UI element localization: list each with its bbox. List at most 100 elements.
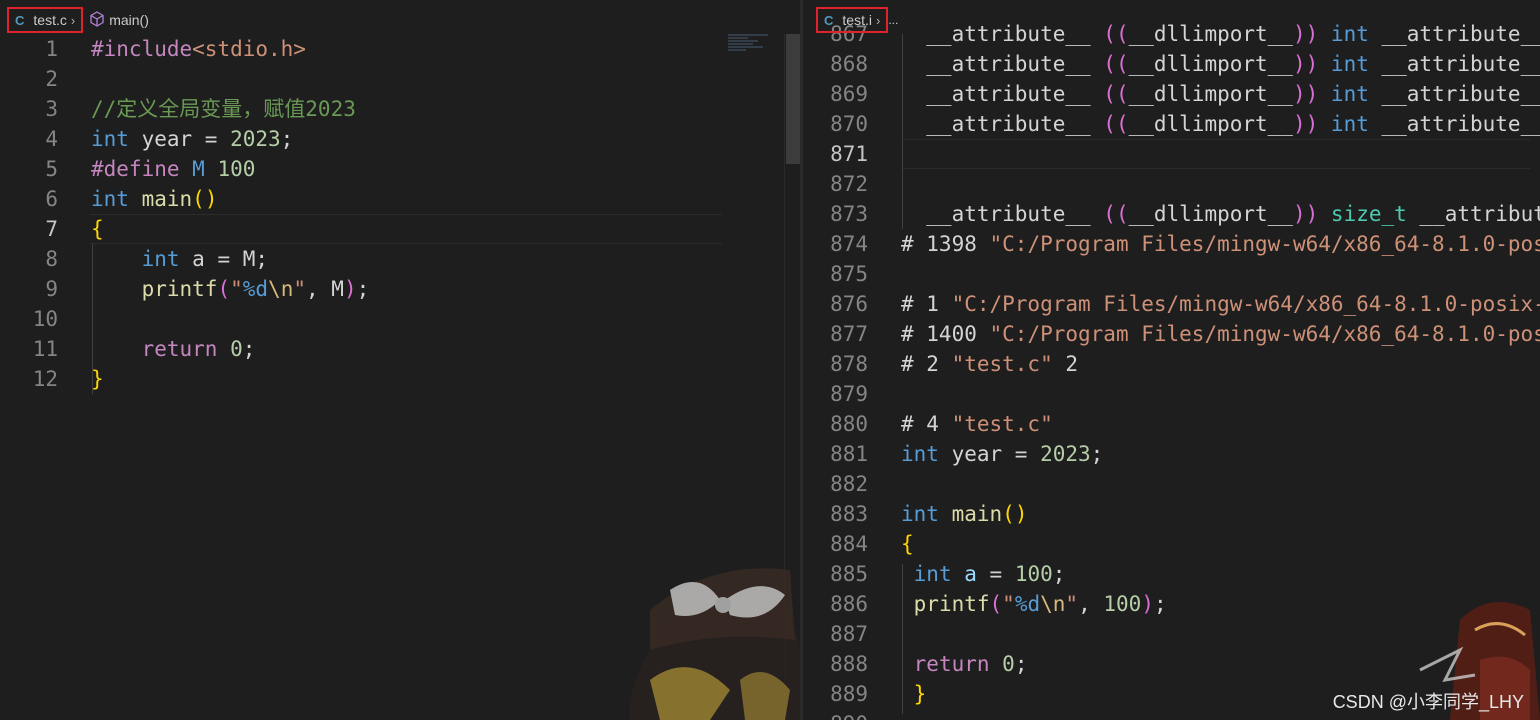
- code-line[interactable]: 873 __attribute__ ((__dllimport__)) size…: [803, 199, 1540, 229]
- token: year =: [938, 442, 1041, 466]
- breadcrumb-ellipsis[interactable]: ...: [888, 13, 898, 27]
- line-number: 875: [830, 262, 868, 286]
- code-line[interactable]: 872: [803, 169, 1540, 199]
- code-line[interactable]: 883 int main(): [803, 499, 1540, 529]
- token: # 2: [901, 352, 952, 376]
- code-line[interactable]: 12}: [0, 364, 720, 394]
- token: ;: [1090, 442, 1104, 466]
- code-text: }: [901, 679, 927, 709]
- code-line[interactable]: 882: [803, 469, 1540, 499]
- code-line[interactable]: 880 # 4 "test.c": [803, 409, 1540, 439]
- code-line[interactable]: 885 int a = 100;: [803, 559, 1540, 589]
- token: //定义全局变量，赋值2023: [91, 97, 356, 121]
- breadcrumb-symbol[interactable]: main(): [109, 12, 149, 28]
- token: \n: [268, 277, 294, 301]
- line-number: 889: [830, 682, 868, 706]
- token: __dllimport__: [1128, 82, 1293, 106]
- code-line[interactable]: 869 __attribute__ ((__dllimport__)) int …: [803, 79, 1540, 109]
- code-line[interactable]: 3 //定义全局变量，赋值2023: [0, 94, 720, 124]
- scrollbar-thumb[interactable]: [786, 34, 800, 164]
- token: (: [989, 592, 1003, 616]
- token: # 1: [901, 292, 952, 316]
- token: \n: [1040, 592, 1066, 616]
- code-line[interactable]: 878 # 2 "test.c" 2: [803, 349, 1540, 379]
- code-text: __attribute__ ((__dllimport__)) int __at…: [901, 79, 1540, 109]
- code-text: #include<stdio.h>: [91, 34, 306, 64]
- token: ,: [1078, 592, 1104, 616]
- token: }: [913, 682, 927, 706]
- code-line[interactable]: 11 return 0;: [0, 334, 720, 364]
- code-line[interactable]: 9 printf("%d\n", M);: [0, 274, 720, 304]
- token: ((: [1103, 52, 1129, 76]
- token: int: [1330, 112, 1369, 136]
- code-line[interactable]: 7{: [0, 214, 720, 244]
- code-line[interactable]: 1 #include<stdio.h>: [0, 34, 720, 64]
- code-line[interactable]: 884 {: [803, 529, 1540, 559]
- token: __attribute__: [901, 112, 1104, 136]
- line-number: 881: [830, 442, 868, 466]
- token: __attribute__: [901, 82, 1104, 106]
- code-text: return 0;: [91, 334, 256, 364]
- token: {: [901, 532, 914, 556]
- token: ((: [1103, 82, 1129, 106]
- token: ;: [280, 127, 294, 151]
- token: )): [1292, 202, 1319, 226]
- token: ): [1141, 592, 1154, 616]
- token: size_t: [1330, 202, 1407, 226]
- code-text: __attribute__ ((__dllimport__)) int __at…: [901, 49, 1540, 79]
- token: ;: [1014, 652, 1028, 676]
- line-number: 878: [830, 352, 868, 376]
- code-line[interactable]: 879: [803, 379, 1540, 409]
- code-line[interactable]: 881 int year = 2023;: [803, 439, 1540, 469]
- token: , M: [306, 277, 344, 301]
- code-line[interactable]: 2: [0, 64, 720, 94]
- code-line[interactable]: 877 # 1400 "C:/Program Files/mingw-w64/x8…: [803, 319, 1540, 349]
- token: M: [192, 157, 205, 181]
- code-text: #define M 100: [91, 154, 255, 184]
- token: =: [976, 562, 1015, 586]
- code-line[interactable]: 5 #define M 100: [0, 154, 720, 184]
- file-tab-test-c[interactable]: C test.c ›: [7, 7, 84, 33]
- code-line[interactable]: 6 int main(): [0, 184, 720, 214]
- token: year =: [128, 127, 231, 151]
- code-line[interactable]: 8 int a = M;: [0, 244, 720, 274]
- token: __attribut: [1406, 202, 1540, 226]
- minimap[interactable]: [728, 34, 784, 64]
- token: (: [217, 277, 231, 301]
- code-line[interactable]: 870 __attribute__ ((__dllimport__)) int …: [803, 109, 1540, 139]
- code-text: return 0;: [901, 649, 1028, 679]
- c-file-icon: C: [824, 12, 834, 28]
- code-line[interactable]: 4 int year = 2023;: [0, 124, 720, 154]
- code-line[interactable]: 874 # 1398 "C:/Program Files/mingw-w64/x8…: [803, 229, 1540, 259]
- code-line[interactable]: 875: [803, 259, 1540, 289]
- token: # 4: [901, 412, 952, 436]
- line-number: 871: [830, 142, 868, 166]
- file-name: test.c: [33, 12, 67, 28]
- token: printf: [913, 592, 990, 616]
- token: 100: [217, 157, 256, 181]
- code-text: {: [91, 214, 104, 244]
- token: # 1398: [901, 232, 990, 256]
- token: int: [1330, 82, 1369, 106]
- code-line[interactable]: 868 __attribute__ ((__dllimport__)) int …: [803, 49, 1540, 79]
- line-number: 10: [32, 307, 58, 331]
- token: a: [964, 562, 977, 586]
- token: __attribute__: [901, 202, 1104, 226]
- right-editor-pane[interactable]: C test.i › ... 867 __attribute__ ((__dll…: [803, 0, 1540, 720]
- token: 100: [1103, 592, 1142, 616]
- code-line[interactable]: 10: [0, 304, 720, 334]
- code-line[interactable]: 876 # 1 "C:/Program Files/mingw-w64/x86_6…: [803, 289, 1540, 319]
- left-editor-pane[interactable]: C test.c › main() 1 #include<stdio.h> 2 3//…: [0, 0, 800, 720]
- token: ;: [1052, 562, 1066, 586]
- token: printf: [141, 277, 218, 301]
- code-text: printf("%d\n", 100);: [901, 589, 1167, 619]
- file-tab-test-i[interactable]: C test.i ›: [816, 7, 889, 33]
- line-number: 886: [830, 592, 868, 616]
- token: 0: [1002, 652, 1015, 676]
